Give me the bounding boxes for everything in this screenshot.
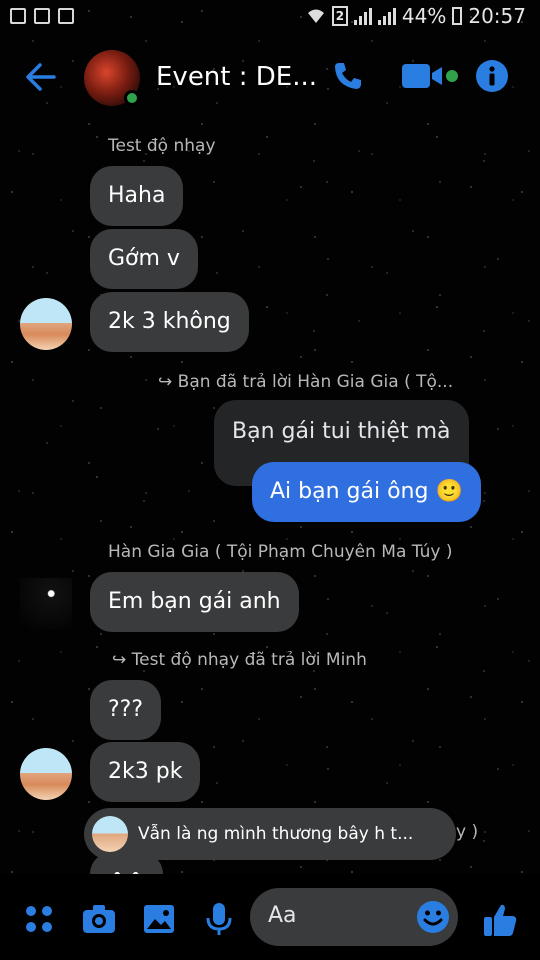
message-input-placeholder: Aa xyxy=(268,903,297,928)
back-arrow-icon[interactable] xyxy=(24,60,58,100)
wifi-icon xyxy=(307,9,324,23)
composer-bar: Aa xyxy=(0,874,540,960)
video-icon[interactable] xyxy=(402,60,460,92)
message-list[interactable]: Test độ nhạy Haha Gớm v 2k 3 không ↪ Bạn… xyxy=(0,122,540,874)
recycle-notification-icon xyxy=(58,8,74,24)
message-bubble[interactable]: Gớm v xyxy=(90,229,198,289)
sender-name: Hàn Gia Gia ( Tội Phạm Chuyên Ma Túy ) xyxy=(108,542,453,562)
sender-avatar[interactable] xyxy=(20,748,72,800)
microphone-icon[interactable] xyxy=(202,902,236,936)
reply-arrow-icon: ↪ xyxy=(158,372,178,392)
clock: 20:57 xyxy=(468,4,526,28)
message-input[interactable]: Aa xyxy=(250,888,458,946)
reply-note: ↪ Test độ nhạy đã trả lời Minh xyxy=(112,650,367,670)
camera-icon[interactable] xyxy=(82,902,116,936)
battery-icon xyxy=(452,7,463,25)
message-bubble[interactable]: 2k3 pk xyxy=(90,742,201,802)
message-bubble[interactable]: ??? xyxy=(90,680,162,740)
like-thumb-icon[interactable] xyxy=(482,902,518,938)
download-notification-icon xyxy=(34,8,50,24)
reply-preview-avatar xyxy=(92,816,128,852)
conversation-title[interactable]: Event : DE... xyxy=(156,62,317,92)
reply-note: ↪ Bạn đã trả lời Hàn Gia Gia ( Tộ... xyxy=(158,372,453,392)
status-bar: 2 44% 20:57 xyxy=(0,0,540,38)
sender-name-tail: y ) xyxy=(456,822,479,842)
signal-icon-2 xyxy=(377,7,396,25)
message-bubble[interactable]: Haha xyxy=(90,166,184,226)
phone-icon[interactable] xyxy=(332,60,364,92)
reply-note-text: Bạn đã trả lời Hàn Gia Gia ( Tộ... xyxy=(177,372,454,392)
sim-indicator: 2 xyxy=(331,6,348,26)
reply-note-text: Test độ nhạy đã trả lời Minh xyxy=(131,650,367,670)
info-icon[interactable] xyxy=(476,60,508,92)
sender-avatar[interactable] xyxy=(20,298,72,350)
reply-preview-pill[interactable]: Vẫn là ng mình thương bây h t... xyxy=(84,808,456,860)
menu-dots-icon[interactable] xyxy=(22,902,56,936)
reply-preview-text: Vẫn là ng mình thương bây h t... xyxy=(138,824,414,844)
signal-icon xyxy=(353,7,372,25)
conversation-header: Event : DE... xyxy=(0,38,540,122)
system-icons: 2 44% 20:57 xyxy=(306,4,526,28)
sender-name: Test độ nhạy xyxy=(108,136,216,156)
image-notification-icon xyxy=(10,8,26,24)
battery-percent: 44% xyxy=(401,4,447,28)
sender-avatar[interactable] xyxy=(20,578,72,630)
online-indicator xyxy=(124,90,140,106)
own-message-bubble[interactable]: Ai bạn gái ông 🙂 xyxy=(252,462,481,522)
notification-icons xyxy=(10,8,74,24)
reply-arrow-icon: ↪ xyxy=(112,650,132,670)
emoji-icon[interactable] xyxy=(416,900,450,934)
gallery-icon[interactable] xyxy=(142,902,176,936)
message-bubble[interactable]: 2k 3 không xyxy=(90,292,249,352)
message-bubble[interactable]: Em bạn gái anh xyxy=(90,572,299,632)
